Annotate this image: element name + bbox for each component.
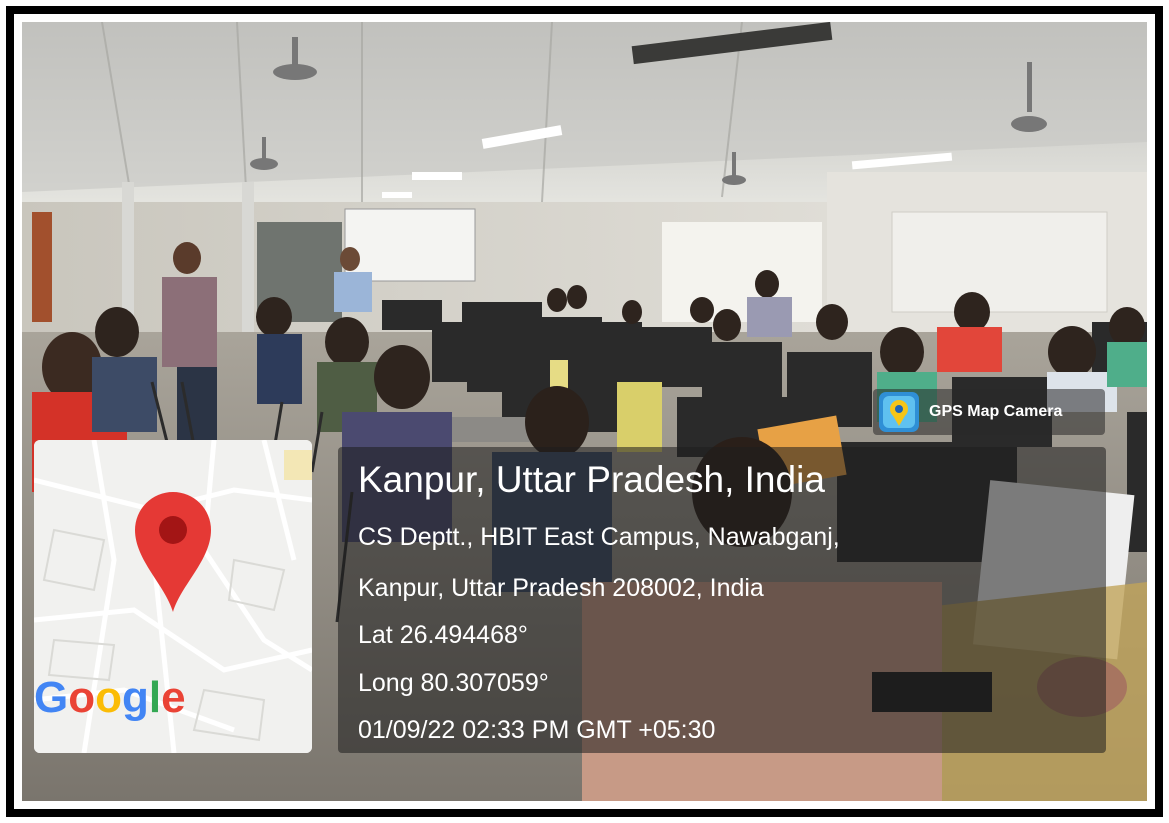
location-info-panel: Kanpur, Uttar Pradesh, India CS Deptt., … [338,447,1106,753]
address-line-2: Kanpur, Uttar Pradesh 208002, India [358,574,764,602]
app-badge: GPS Map Camera [873,389,1105,435]
longitude: Long 80.307059° [358,669,549,697]
google-logo-letter: G [34,673,69,722]
google-logo-letter: g [122,673,149,722]
datetime: 01/09/22 02:33 PM GMT +05:30 [358,716,716,744]
google-logo-letter: e [161,673,186,722]
address-line-1: CS Deptt., HBIT East Campus, Nawabganj, [358,523,840,551]
google-logo-letter: l [148,673,162,722]
google-logo: Google [34,673,186,723]
google-logo-letter: o [68,673,96,722]
latitude: Lat 26.494468° [358,621,528,649]
map-pin-icon [135,492,211,612]
location-title: Kanpur, Uttar Pradesh, India [358,459,825,500]
gps-map-camera-icon [879,392,919,432]
map-thumbnail: Google [34,440,312,753]
google-logo-letter: o [95,673,123,722]
app-badge-label: GPS Map Camera [929,403,1063,420]
